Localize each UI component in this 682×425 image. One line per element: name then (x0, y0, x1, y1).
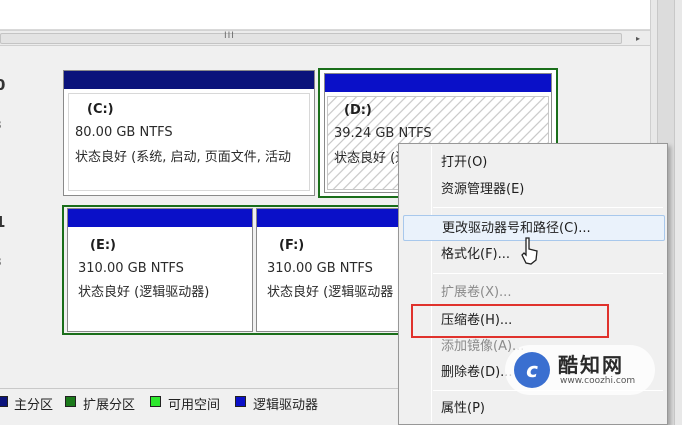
disk-0-info[interactable]: 0 3 (0, 66, 58, 198)
partition-c-status: 状态良好 (系统, 启动, 页面文件, 活动 (75, 150, 291, 165)
legend-label-free: 可用空间 (168, 398, 221, 413)
scrollbar-thumb[interactable]: III (0, 31, 622, 44)
partition-e[interactable]: (E:) 310.00 GB NTFS 状态良好 (逻辑驱动器) (67, 208, 253, 332)
disk-1-number: 1 (0, 213, 6, 231)
partition-d-size: 39.24 GB NTFS (334, 126, 432, 141)
highlight-box (411, 304, 609, 338)
legend-swatch-primary (0, 396, 8, 407)
legend-swatch-logical (235, 396, 246, 407)
horizontal-scrollbar[interactable]: III ▸ (0, 30, 650, 46)
logical-drive-bar (68, 209, 252, 227)
menu-item-properties[interactable]: 属性(P) (403, 396, 665, 422)
menu-separator (433, 273, 663, 274)
partition-e-letter: (E:) (90, 238, 116, 253)
partition-c-size: 80.00 GB NTFS (75, 125, 173, 140)
partition-c[interactable]: (C:) 80.00 GB NTFS 状态良好 (系统, 启动, 页面文件, 活… (63, 70, 315, 196)
disk-1-info[interactable]: 1 3 (0, 203, 58, 335)
watermark-logo-icon: c (514, 352, 550, 388)
legend-label-primary: 主分区 (14, 398, 54, 413)
partition-e-status: 状态良好 (逻辑驱动器) (78, 285, 210, 300)
partition-f-status: 状态良好 (逻辑驱动器 (267, 285, 394, 300)
partition-c-letter: (C:) (87, 102, 114, 117)
disk-1-size: 3 (0, 255, 2, 269)
legend-swatch-extended (65, 396, 76, 407)
legend-label-logical: 逻辑驱动器 (253, 398, 319, 413)
scroll-right-arrow-icon[interactable]: ▸ (631, 32, 645, 45)
scrollbar-grip-icon: III (224, 31, 235, 41)
partition-e-size: 310.00 GB NTFS (78, 261, 184, 276)
menu-separator (433, 207, 663, 208)
menu-item-extend-volume[interactable]: 扩展卷(X)... (403, 280, 665, 306)
menu-item-explorer[interactable]: 资源管理器(E) (403, 177, 665, 203)
watermark: c 酷知网 www.coozhi.com (505, 345, 655, 395)
menu-item-open[interactable]: 打开(O) (403, 150, 665, 176)
legend: 主分区 扩展分区 可用空间 逻辑驱动器 (0, 392, 400, 414)
legend-label-extended: 扩展分区 (83, 398, 136, 413)
disk-0-number: 0 (0, 76, 6, 94)
disk-0-size: 3 (0, 118, 2, 132)
partition-f-size: 310.00 GB NTFS (267, 261, 373, 276)
watermark-title: 酷知网 (558, 353, 624, 377)
mouse-cursor-icon (519, 236, 541, 266)
legend-swatch-free (150, 396, 161, 407)
partition-d-letter: (D:) (344, 103, 372, 118)
partition-f-letter: (F:) (279, 238, 305, 253)
primary-partition-bar (64, 71, 314, 89)
watermark-url: www.coozhi.com (560, 376, 636, 386)
volume-list-area (0, 0, 650, 30)
logical-drive-bar (325, 74, 551, 92)
partition-c-body: (C:) 80.00 GB NTFS 状态良好 (系统, 启动, 页面文件, 活… (68, 93, 310, 191)
